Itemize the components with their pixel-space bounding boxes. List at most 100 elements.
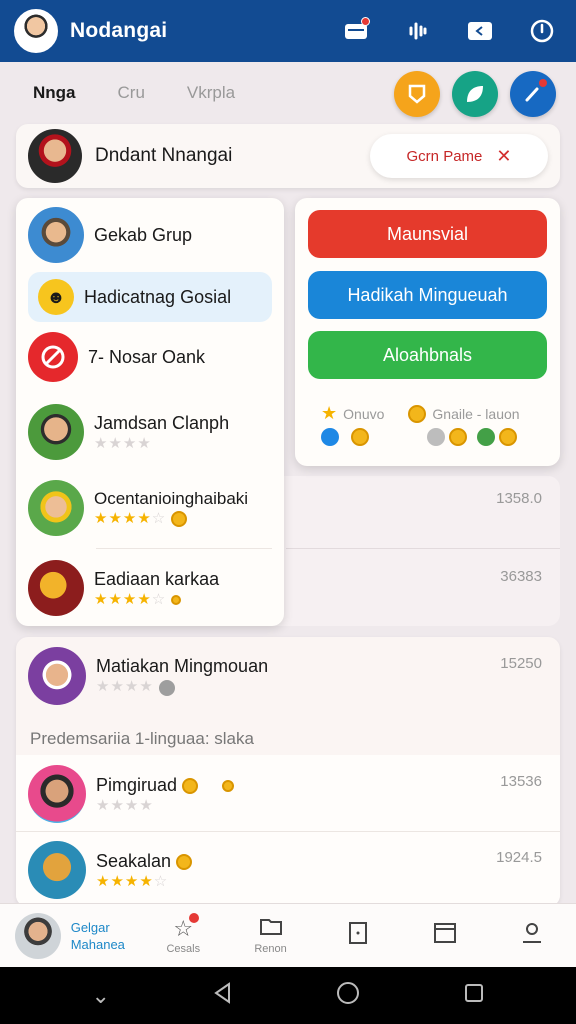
- mini-left-label: Onuvo: [343, 405, 385, 422]
- coin-icon: [351, 428, 369, 446]
- profile-card[interactable]: Dndant Nnangai Gcrn Pame ✕: [16, 124, 560, 188]
- menu-item-label: Gekab Grup: [94, 224, 193, 245]
- nav-avatar: [14, 912, 61, 959]
- game-pill-button[interactable]: Gcrn Pame ✕: [370, 134, 548, 178]
- rating-stars: ★★★★: [94, 434, 152, 452]
- mail-icon[interactable]: [336, 11, 376, 51]
- home-icon[interactable]: [336, 981, 360, 1011]
- menu-item-label: 7- Nosar Oank: [88, 346, 206, 367]
- rating-stars: ★★★★: [96, 677, 268, 696]
- list-item-name: Matiakan Mingmouan: [96, 656, 269, 677]
- nav-item-person[interactable]: [489, 921, 576, 950]
- list-item[interactable]: Matiakan Mingmouan ★★★★ 15250: [16, 639, 560, 713]
- nav-item-window[interactable]: [401, 922, 488, 949]
- timer-icon[interactable]: [522, 11, 562, 51]
- app-bar: Nodangai: [0, 0, 576, 62]
- menu-item-label: Eadiaan karkaa: [94, 568, 220, 589]
- book-icon: [348, 921, 368, 950]
- quick-actions: [394, 71, 556, 117]
- nav-item-cesals[interactable]: ☆ Cesals: [140, 912, 227, 955]
- list-item[interactable]: Pimgiruad ★★★★ 13536: [16, 757, 560, 831]
- award-icon[interactable]: [394, 71, 440, 117]
- nav-profile[interactable]: Gelgar Mahanea: [0, 912, 140, 959]
- menu-avatar: [28, 560, 84, 616]
- nav-profile-line2: Mahanea: [70, 936, 125, 952]
- list-avatar: [28, 765, 86, 823]
- menu-item[interactable]: 7- Nosar Oank: [28, 330, 272, 384]
- nav-item-book[interactable]: [314, 921, 401, 950]
- menu-item[interactable]: ☻ Hadicatnag Gosial: [28, 272, 272, 322]
- rating-stars: ★★★★: [96, 796, 154, 814]
- profile-avatar: [28, 129, 82, 183]
- menu-avatar: [28, 404, 84, 460]
- check-icon: [158, 679, 175, 696]
- message-icon[interactable]: [460, 11, 500, 51]
- chevron-down-icon[interactable]: ⌄: [91, 983, 109, 1009]
- list-value: 36383: [500, 568, 542, 585]
- back-icon[interactable]: [213, 981, 233, 1010]
- nav-item-renon[interactable]: Renon: [227, 916, 314, 955]
- right-menu: Maunsvial Hadikah Mingueuah Aloahbnals ★…: [295, 198, 560, 466]
- coin-icon: [182, 777, 199, 794]
- app-avatar[interactable]: [14, 9, 58, 53]
- coin-icon: [171, 511, 188, 528]
- divider: [286, 548, 560, 549]
- profile-name: Dndant Nnangai: [95, 145, 233, 166]
- list-avatar: [28, 841, 86, 899]
- app-title: Nodangai: [70, 19, 168, 42]
- list-item[interactable]: Seakalan ★★★★☆ 1924.5: [16, 833, 560, 907]
- leaf-icon: [477, 428, 495, 446]
- menu-item-label: Hadicatnag Gosial: [84, 286, 232, 307]
- menu-item[interactable]: Jamdsan Clanph ★★★★: [28, 402, 272, 462]
- close-icon[interactable]: ✕: [496, 146, 511, 167]
- divider: [16, 831, 560, 832]
- action-button-red[interactable]: Maunsvial: [308, 210, 547, 258]
- lower-sublist: Pimgiruad ★★★★ 13536 Seakalan ★★★★☆ 1924…: [16, 755, 560, 907]
- menu-item[interactable]: Ocentanioinghaibaki ★★★★☆: [28, 478, 272, 538]
- rating-stars: ★★★★☆: [94, 590, 219, 608]
- recents-icon[interactable]: [463, 982, 485, 1010]
- menu-item-label: Ocentanioinghaibaki: [94, 488, 249, 508]
- list-value: 1358.0: [496, 490, 542, 507]
- pill-label: Gcrn Pame: [406, 147, 483, 165]
- list-item-name: Seakalan: [96, 851, 193, 872]
- tab-vkrpla[interactable]: Vkrpla: [187, 83, 235, 103]
- nav-label: Renon: [254, 943, 287, 955]
- nav-label: Cesals: [166, 942, 201, 955]
- list-value: 1924.5: [496, 849, 542, 866]
- check-icon: [321, 428, 339, 446]
- coin-icon: [176, 853, 193, 870]
- notification-dot: [361, 17, 370, 26]
- mini-right-label: Gnaile - lauon: [432, 405, 520, 422]
- menu-item[interactable]: Gekab Grup: [28, 207, 272, 263]
- star-icon: ★: [321, 403, 338, 423]
- action-button-green[interactable]: Aloahbnals: [308, 331, 547, 379]
- action-button-blue[interactable]: Hadikah Mingueuah: [308, 271, 547, 319]
- block-icon: [28, 332, 78, 382]
- coin-icon: [408, 404, 427, 423]
- menu-item[interactable]: Eadiaan karkaa ★★★★☆: [28, 558, 272, 618]
- rating-stars: ★★★★☆: [96, 872, 169, 890]
- badge-icon: [427, 428, 445, 446]
- phone-icon[interactable]: [510, 71, 556, 117]
- sound-icon[interactable]: [398, 11, 438, 51]
- mini-info-row: ★ Onuvo Gnaile - lauon: [321, 403, 520, 424]
- tab-nnga[interactable]: Nnga: [33, 83, 76, 103]
- coin-icon: [449, 428, 467, 446]
- emoji-icon: ☻: [38, 279, 74, 315]
- coin-icon: [222, 779, 235, 792]
- tab-cru[interactable]: Cru: [118, 83, 145, 103]
- system-nav-bar: ⌄: [0, 967, 576, 1024]
- leaf-icon[interactable]: [452, 71, 498, 117]
- menu-item-label: Jamdsan Clanph: [94, 412, 230, 433]
- list-value: 13536: [500, 773, 542, 790]
- person-icon: [520, 921, 544, 950]
- list-item-name: Pimgiruad: [96, 775, 235, 796]
- folder-icon: [259, 916, 283, 941]
- section-label: Predemsariia 1-linguaa: slaka: [30, 729, 254, 748]
- list-value: 15250: [500, 655, 542, 672]
- coin-icon: [499, 428, 517, 446]
- list-avatar: [28, 647, 86, 705]
- mini-icons-row: [321, 428, 523, 446]
- nav-profile-line1: Gelgar: [70, 919, 110, 935]
